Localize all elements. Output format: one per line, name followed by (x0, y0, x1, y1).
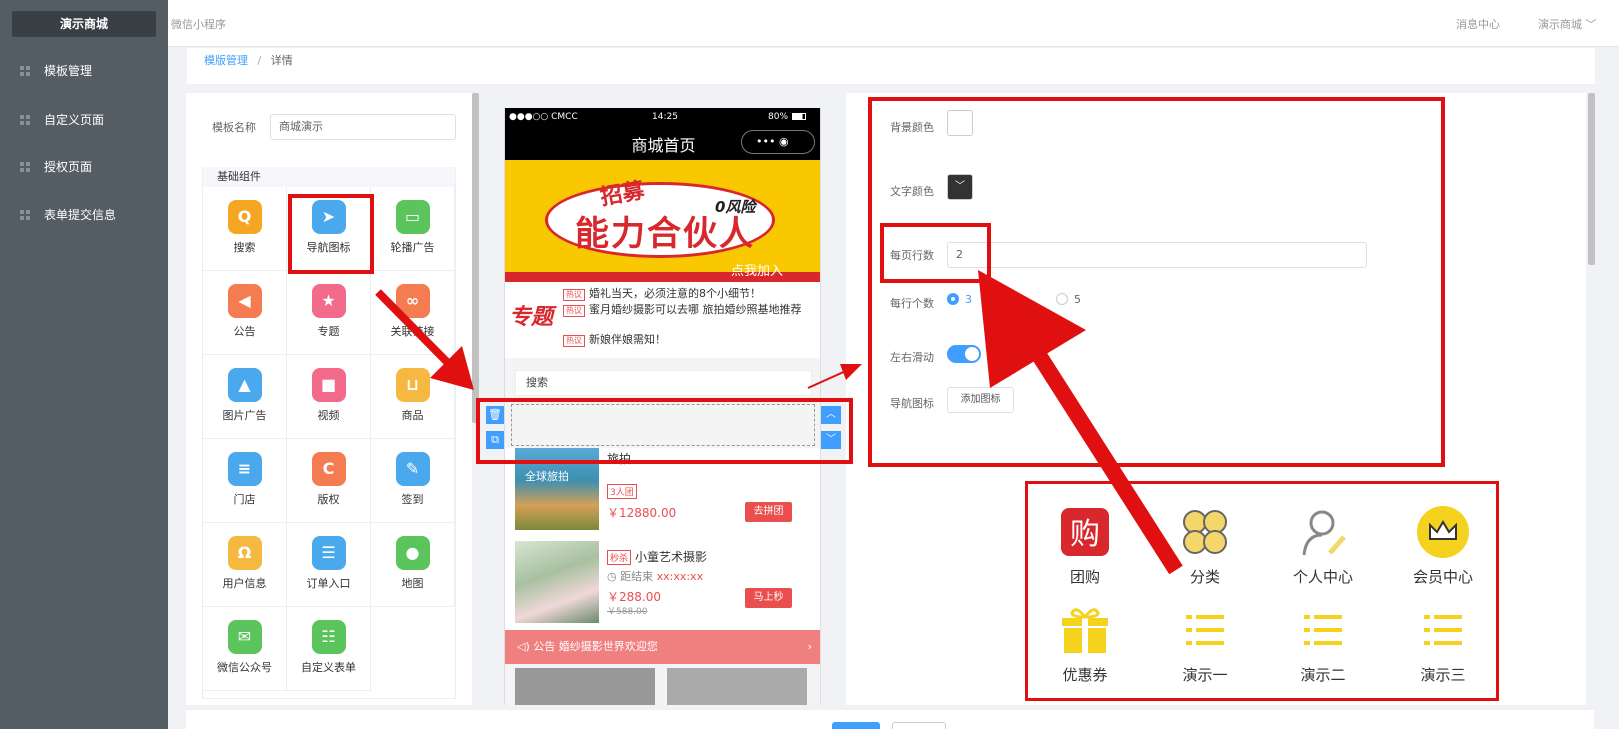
arrow-line (1021, 333, 1183, 575)
arrow-line (375, 289, 453, 368)
arrow-head (840, 364, 862, 380)
arrow-line (807, 369, 849, 389)
annotation-arrows (375, 270, 1183, 575)
arrow-head (978, 270, 1086, 388)
